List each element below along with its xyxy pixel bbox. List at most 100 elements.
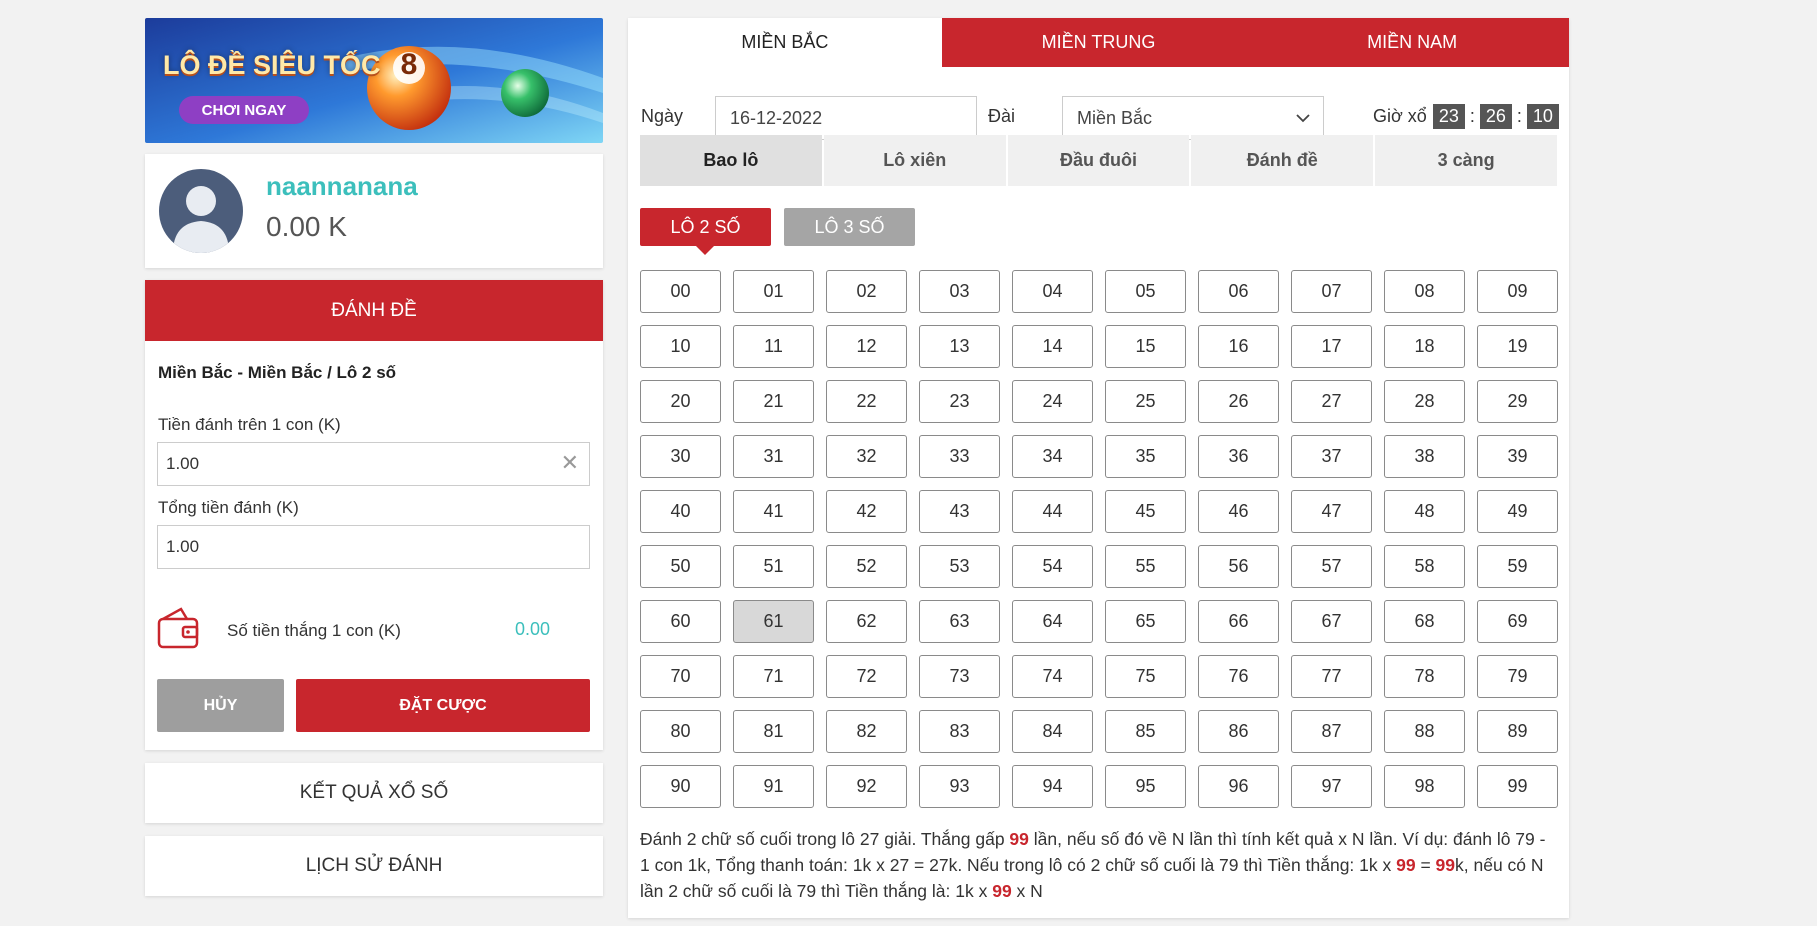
number-54[interactable]: 54 (1012, 545, 1093, 588)
number-77[interactable]: 77 (1291, 655, 1372, 698)
clear-icon[interactable]: ✕ (561, 452, 579, 474)
bet-tab-1[interactable]: Lô xiên (823, 135, 1006, 186)
number-34[interactable]: 34 (1012, 435, 1093, 478)
number-62[interactable]: 62 (826, 600, 907, 643)
number-01[interactable]: 01 (733, 270, 814, 313)
number-63[interactable]: 63 (919, 600, 1000, 643)
number-05[interactable]: 05 (1105, 270, 1186, 313)
number-78[interactable]: 78 (1384, 655, 1465, 698)
region-tab-1[interactable]: MIỀN TRUNG (941, 18, 1256, 67)
promo-banner[interactable]: LÔ ĐỀ SIÊU TỐC CHƠI NGAY 8 (145, 18, 603, 143)
results-link[interactable]: KẾT QUẢ XỔ SỐ (145, 763, 603, 823)
region-tab-0[interactable]: MIỀN BẮC (628, 18, 942, 67)
history-link[interactable]: LỊCH SỬ ĐÁNH (145, 836, 603, 896)
number-53[interactable]: 53 (919, 545, 1000, 588)
number-43[interactable]: 43 (919, 490, 1000, 533)
number-20[interactable]: 20 (640, 380, 721, 423)
sub-tab-0[interactable]: LÔ 2 SỐ (640, 208, 771, 255)
number-42[interactable]: 42 (826, 490, 907, 533)
station-select[interactable]: Miền Bắc (1062, 96, 1324, 140)
number-08[interactable]: 08 (1384, 270, 1465, 313)
date-picker[interactable]: 16-12-2022 (715, 96, 977, 140)
number-76[interactable]: 76 (1198, 655, 1279, 698)
bet-tab-4[interactable]: 3 càng (1375, 135, 1557, 186)
cancel-button[interactable]: HỦY (157, 679, 284, 732)
number-97[interactable]: 97 (1291, 765, 1372, 808)
number-60[interactable]: 60 (640, 600, 721, 643)
number-40[interactable]: 40 (640, 490, 721, 533)
number-83[interactable]: 83 (919, 710, 1000, 753)
sub-tab-1[interactable]: LÔ 3 SỐ (784, 208, 915, 246)
number-86[interactable]: 86 (1198, 710, 1279, 753)
bet-tab-3[interactable]: Đánh đề (1191, 135, 1374, 186)
bet-tab-2[interactable]: Đầu đuôi (1007, 135, 1190, 186)
number-48[interactable]: 48 (1384, 490, 1465, 533)
number-25[interactable]: 25 (1105, 380, 1186, 423)
number-18[interactable]: 18 (1384, 325, 1465, 368)
number-93[interactable]: 93 (919, 765, 1000, 808)
number-14[interactable]: 14 (1012, 325, 1093, 368)
region-tab-2[interactable]: MIỀN NAM (1255, 18, 1570, 67)
number-67[interactable]: 67 (1291, 600, 1372, 643)
number-59[interactable]: 59 (1477, 545, 1558, 588)
number-09[interactable]: 09 (1477, 270, 1558, 313)
number-70[interactable]: 70 (640, 655, 721, 698)
number-45[interactable]: 45 (1105, 490, 1186, 533)
number-73[interactable]: 73 (919, 655, 1000, 698)
number-66[interactable]: 66 (1198, 600, 1279, 643)
number-68[interactable]: 68 (1384, 600, 1465, 643)
number-44[interactable]: 44 (1012, 490, 1093, 533)
number-12[interactable]: 12 (826, 325, 907, 368)
number-99[interactable]: 99 (1477, 765, 1558, 808)
banner-cta[interactable]: CHƠI NGAY (179, 96, 309, 124)
number-03[interactable]: 03 (919, 270, 1000, 313)
number-92[interactable]: 92 (826, 765, 907, 808)
number-71[interactable]: 71 (733, 655, 814, 698)
number-56[interactable]: 56 (1198, 545, 1279, 588)
number-85[interactable]: 85 (1105, 710, 1186, 753)
number-13[interactable]: 13 (919, 325, 1000, 368)
number-84[interactable]: 84 (1012, 710, 1093, 753)
number-41[interactable]: 41 (733, 490, 814, 533)
number-04[interactable]: 04 (1012, 270, 1093, 313)
number-02[interactable]: 02 (826, 270, 907, 313)
number-51[interactable]: 51 (733, 545, 814, 588)
number-28[interactable]: 28 (1384, 380, 1465, 423)
number-29[interactable]: 29 (1477, 380, 1558, 423)
number-26[interactable]: 26 (1198, 380, 1279, 423)
stake-input[interactable]: 1.00 ✕ (157, 442, 590, 486)
number-87[interactable]: 87 (1291, 710, 1372, 753)
number-19[interactable]: 19 (1477, 325, 1558, 368)
number-91[interactable]: 91 (733, 765, 814, 808)
number-65[interactable]: 65 (1105, 600, 1186, 643)
number-21[interactable]: 21 (733, 380, 814, 423)
number-31[interactable]: 31 (733, 435, 814, 478)
number-49[interactable]: 49 (1477, 490, 1558, 533)
number-33[interactable]: 33 (919, 435, 1000, 478)
number-61[interactable]: 61 (733, 600, 814, 643)
number-24[interactable]: 24 (1012, 380, 1093, 423)
number-52[interactable]: 52 (826, 545, 907, 588)
number-57[interactable]: 57 (1291, 545, 1372, 588)
number-30[interactable]: 30 (640, 435, 721, 478)
number-90[interactable]: 90 (640, 765, 721, 808)
number-64[interactable]: 64 (1012, 600, 1093, 643)
number-32[interactable]: 32 (826, 435, 907, 478)
number-89[interactable]: 89 (1477, 710, 1558, 753)
number-47[interactable]: 47 (1291, 490, 1372, 533)
number-07[interactable]: 07 (1291, 270, 1372, 313)
number-10[interactable]: 10 (640, 325, 721, 368)
number-06[interactable]: 06 (1198, 270, 1279, 313)
number-50[interactable]: 50 (640, 545, 721, 588)
number-22[interactable]: 22 (826, 380, 907, 423)
number-35[interactable]: 35 (1105, 435, 1186, 478)
number-27[interactable]: 27 (1291, 380, 1372, 423)
number-96[interactable]: 96 (1198, 765, 1279, 808)
number-58[interactable]: 58 (1384, 545, 1465, 588)
total-input[interactable]: 1.00 (157, 525, 590, 569)
number-23[interactable]: 23 (919, 380, 1000, 423)
number-16[interactable]: 16 (1198, 325, 1279, 368)
number-15[interactable]: 15 (1105, 325, 1186, 368)
number-36[interactable]: 36 (1198, 435, 1279, 478)
number-00[interactable]: 00 (640, 270, 721, 313)
